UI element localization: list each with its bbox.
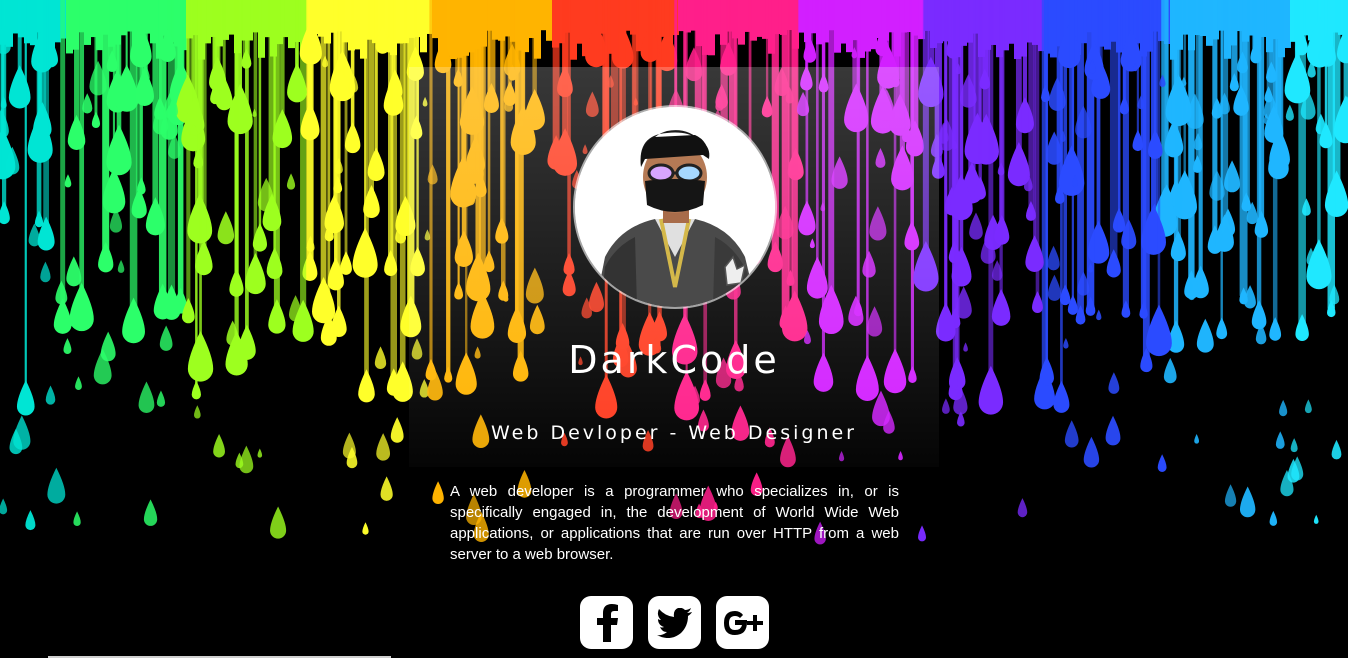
google-plus-button[interactable] [716, 596, 769, 649]
facebook-icon [596, 603, 618, 642]
profile-description: A web developer is a programmer who spec… [450, 483, 899, 563]
social-links [580, 596, 769, 649]
person-illustration-icon [575, 107, 775, 307]
facebook-button[interactable] [580, 596, 633, 649]
twitter-icon [656, 607, 692, 638]
profile-avatar [575, 107, 775, 307]
profile-role: Web Devloper - Web Designer [491, 422, 857, 444]
twitter-button[interactable] [648, 596, 701, 649]
profile-name: DarkCode [568, 338, 780, 382]
google-plus-icon [723, 610, 763, 635]
page-background: DarkCode Web Devloper - Web Designer A w… [0, 0, 1348, 658]
